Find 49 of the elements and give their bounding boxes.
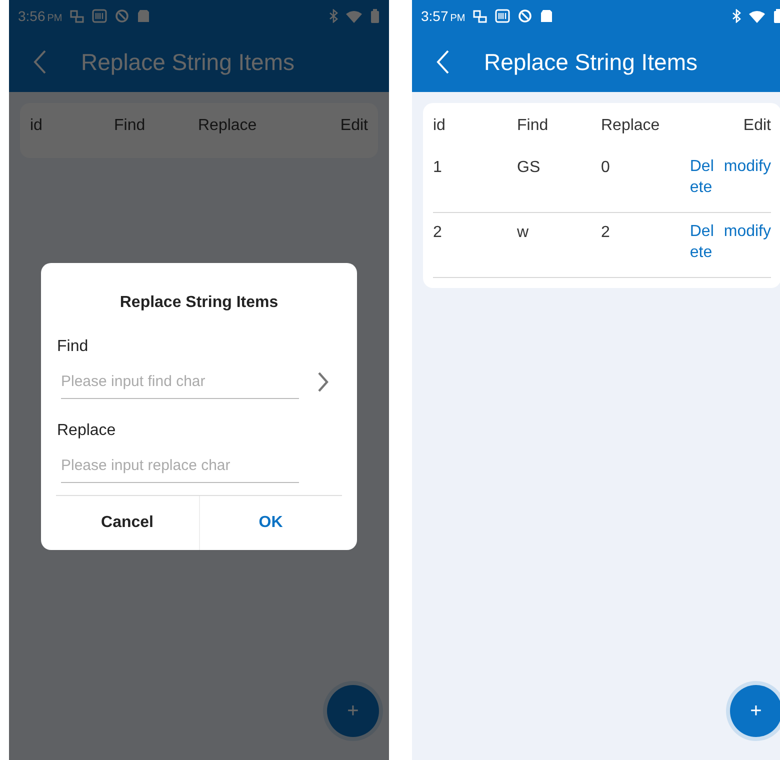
column-header: id	[30, 116, 44, 136]
column-header: Edit	[339, 116, 368, 136]
bluetooth-icon	[328, 9, 338, 23]
status-time: 3:57	[421, 6, 448, 26]
table-cell-text: w	[517, 223, 530, 243]
column-header: Find	[114, 116, 146, 136]
confirm-button[interactable]: OK	[198, 496, 342, 550]
input-field[interactable]: Please input find char	[61, 365, 299, 399]
chevron-left-icon	[435, 49, 451, 75]
add-button[interactable]: +	[730, 685, 780, 737]
delete-link[interactable]: Delete	[690, 221, 718, 263]
bluetooth-icon	[731, 9, 741, 23]
modify-link[interactable]: modify	[724, 156, 771, 177]
input-field[interactable]: Please input replace char	[61, 449, 299, 483]
chevron-right-icon	[317, 371, 329, 393]
column-header: Find	[517, 116, 550, 136]
barcode-icon	[92, 9, 108, 23]
delete-link[interactable]: Delete	[690, 156, 718, 198]
cancel-button[interactable]: Cancel	[56, 496, 198, 550]
circle-slash-icon	[115, 9, 130, 23]
barcode-icon	[495, 9, 510, 23]
column-header: id	[433, 116, 446, 136]
device-icon	[473, 10, 488, 22]
device-icon	[70, 10, 84, 22]
table-cell-text: 1	[433, 158, 443, 178]
battery-icon	[773, 9, 780, 23]
sd-card-icon	[137, 9, 150, 23]
column-header: Replace	[198, 116, 258, 136]
wifi-icon	[749, 10, 765, 22]
field-label: Replace	[57, 421, 117, 441]
modify-link[interactable]: modify	[724, 221, 771, 242]
field-label: Find	[57, 337, 90, 357]
battery-icon	[370, 9, 380, 23]
table-cell-text: GS	[517, 158, 542, 178]
wifi-icon	[346, 10, 362, 22]
dialog-title: Replace String Items	[118, 293, 280, 313]
app-title: Replace String Items	[484, 48, 698, 77]
table-cell-text: 2	[601, 223, 611, 243]
column-header: Replace	[601, 116, 661, 136]
table-cell-text: 0	[601, 158, 611, 178]
chevron-left-icon	[32, 49, 48, 75]
status-meridiem: PM	[47, 12, 62, 26]
table-cell-text: 2	[433, 223, 443, 243]
sd-card-icon	[540, 9, 554, 23]
circle-slash-icon	[518, 9, 532, 23]
column-header: Edit	[742, 116, 771, 136]
app-title: Replace String Items	[81, 48, 294, 77]
status-meridiem: PM	[450, 12, 466, 26]
status-time: 3:56	[18, 6, 46, 26]
